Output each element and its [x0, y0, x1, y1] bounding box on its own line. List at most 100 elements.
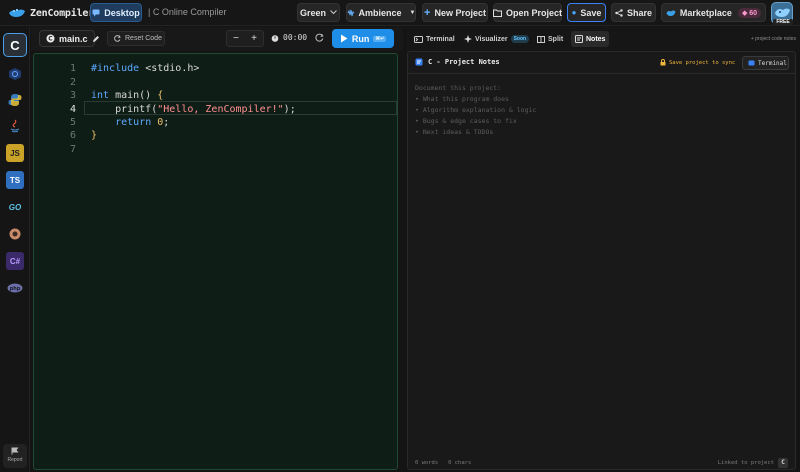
file-tab[interactable]: C main.c: [39, 30, 99, 47]
share-label: Share: [626, 7, 652, 18]
python-icon[interactable]: [6, 91, 24, 109]
notes-placeholder-line: Document this project:: [415, 84, 502, 92]
notes-placeholder-line: • Next ideas & TODOs: [415, 128, 494, 136]
zoom-out-button[interactable]: −: [233, 33, 239, 44]
user-avatar[interactable]: FREE: [771, 2, 793, 26]
theme-select[interactable]: Green: [297, 3, 340, 22]
app-logo[interactable]: ZenCompiler: [8, 6, 94, 20]
zoom-in-button[interactable]: +: [251, 33, 257, 44]
line-number: 1: [69, 63, 76, 74]
file-name: main.c: [59, 33, 88, 44]
timer-value: 00:00: [283, 33, 308, 42]
new-project-button[interactable]: + New Project: [422, 3, 488, 22]
top-bar: ZenCompiler Desktop | C Online Compiler …: [0, 0, 800, 26]
desktop-label: Desktop: [104, 7, 140, 18]
terminal-icon: [748, 60, 755, 66]
ts-icon[interactable]: TS: [6, 171, 24, 189]
plus-icon: +: [424, 6, 431, 19]
tab-split[interactable]: Split: [533, 31, 567, 47]
notes-title: C - Project Notes: [415, 58, 500, 66]
line-number: 3: [69, 90, 76, 101]
tab-terminal-label: Terminal: [426, 35, 455, 43]
sparkle-icon: [464, 35, 472, 43]
tab-terminal[interactable]: Terminal: [410, 31, 459, 47]
tab-notes[interactable]: Notes: [571, 31, 610, 47]
linked-lang-badge: C: [778, 458, 788, 468]
sound-wave-icon: [347, 9, 355, 17]
pencil-icon[interactable]: [92, 35, 100, 43]
csharp-glyph: C#: [9, 256, 21, 266]
open-project-label: Open Project: [506, 7, 563, 18]
marketplace-whale-icon: [666, 9, 676, 17]
notes-placeholder-line: • Bugs & edge cases to fix: [415, 117, 517, 125]
code-line[interactable]: }: [91, 130, 97, 141]
save-label: Save: [580, 7, 602, 18]
flag-icon: [3, 447, 27, 457]
notes-terminal-button[interactable]: Terminal: [742, 56, 789, 70]
run-label: Run: [351, 33, 370, 44]
rust-icon[interactable]: [6, 225, 24, 243]
tab-visualizer-label: Visualizer: [475, 35, 508, 43]
marketplace-label: Marketplace: [679, 7, 732, 18]
soon-badge: Soon: [510, 35, 530, 43]
share-icon: [615, 8, 623, 17]
ambience-button[interactable]: Ambience ▼: [346, 3, 416, 22]
reset-timer-icon[interactable]: [315, 33, 324, 45]
desktop-button[interactable]: Desktop: [90, 3, 142, 22]
c-file-icon: C: [46, 34, 55, 43]
run-shortcut: ⌘↵: [373, 35, 387, 42]
project-code-notes-link[interactable]: + project code notes: [751, 36, 796, 42]
notes-textarea[interactable]: Document this project: • What this progr…: [415, 83, 536, 138]
code-line[interactable]: printf("Hello, ZenCompiler!");: [91, 104, 296, 115]
code-line[interactable]: return 0;: [91, 117, 169, 128]
go-icon[interactable]: GO: [6, 198, 24, 216]
share-button[interactable]: Share: [611, 3, 656, 22]
code-line[interactable]: int main() {: [91, 90, 163, 101]
linked-label: Linked to project: [717, 460, 774, 466]
notes-placeholder-line: • What this program does: [415, 95, 509, 103]
report-button[interactable]: Report: [3, 444, 27, 468]
word-count: 0 words: [415, 460, 439, 466]
timer[interactable]: 00:00: [271, 33, 307, 42]
refresh-icon: [114, 35, 121, 42]
marketplace-count-badge: ◆ 60: [737, 7, 762, 18]
line-number: 5: [69, 117, 76, 128]
svg-text:C: C: [48, 36, 53, 43]
cpp-icon[interactable]: [6, 65, 24, 83]
js-icon[interactable]: JS: [6, 144, 24, 162]
ambience-label: Ambience: [358, 7, 402, 18]
php-glyph: php: [10, 286, 21, 292]
app-name: ZenCompiler: [30, 7, 95, 19]
notes-panel: C - Project Notes Save project to sync T…: [407, 51, 796, 470]
notes-stats: 0 words 0 chars: [415, 460, 471, 466]
notes-icon: [575, 35, 583, 43]
split-icon: [537, 35, 545, 43]
terminal-icon: [414, 35, 423, 43]
tab-visualizer[interactable]: Visualizer Soon: [460, 31, 533, 47]
code-editor[interactable]: 1 2 3 4 5 6 7 #include <stdio.h> int main…: [33, 53, 398, 470]
dot-icon: ●: [571, 8, 577, 17]
notes-terminal-label: Terminal: [758, 59, 787, 67]
notes-header: C - Project Notes Save project to sync T…: [408, 52, 795, 74]
open-project-button[interactable]: Open Project: [493, 3, 562, 22]
whale-logo-icon: [8, 7, 26, 19]
save-button[interactable]: ● Save: [567, 3, 606, 22]
stopwatch-icon: [271, 34, 279, 42]
php-icon[interactable]: php: [6, 279, 24, 297]
java-icon[interactable]: [6, 117, 24, 135]
chat-icon: [92, 9, 100, 17]
notes-doc-icon: [415, 58, 423, 66]
run-button[interactable]: Run ⌘↵: [332, 29, 394, 48]
sync-hint-text: Save project to sync: [669, 59, 736, 66]
marketplace-button[interactable]: Marketplace ◆ 60: [661, 3, 766, 22]
linked-status: Linked to project C: [718, 458, 788, 468]
line-number: 4: [69, 104, 76, 115]
reset-code-button[interactable]: Reset Code: [107, 31, 165, 46]
csharp-icon[interactable]: C#: [6, 252, 24, 270]
marketplace-count: 60: [749, 9, 758, 17]
c-lang-icon[interactable]: C: [3, 33, 27, 57]
notes-placeholder-line: • Algorithm explanation & logic: [415, 106, 537, 114]
go-glyph: GO: [8, 202, 22, 212]
code-line[interactable]: #include <stdio.h>: [91, 63, 199, 74]
plan-badge: FREE: [773, 19, 793, 26]
